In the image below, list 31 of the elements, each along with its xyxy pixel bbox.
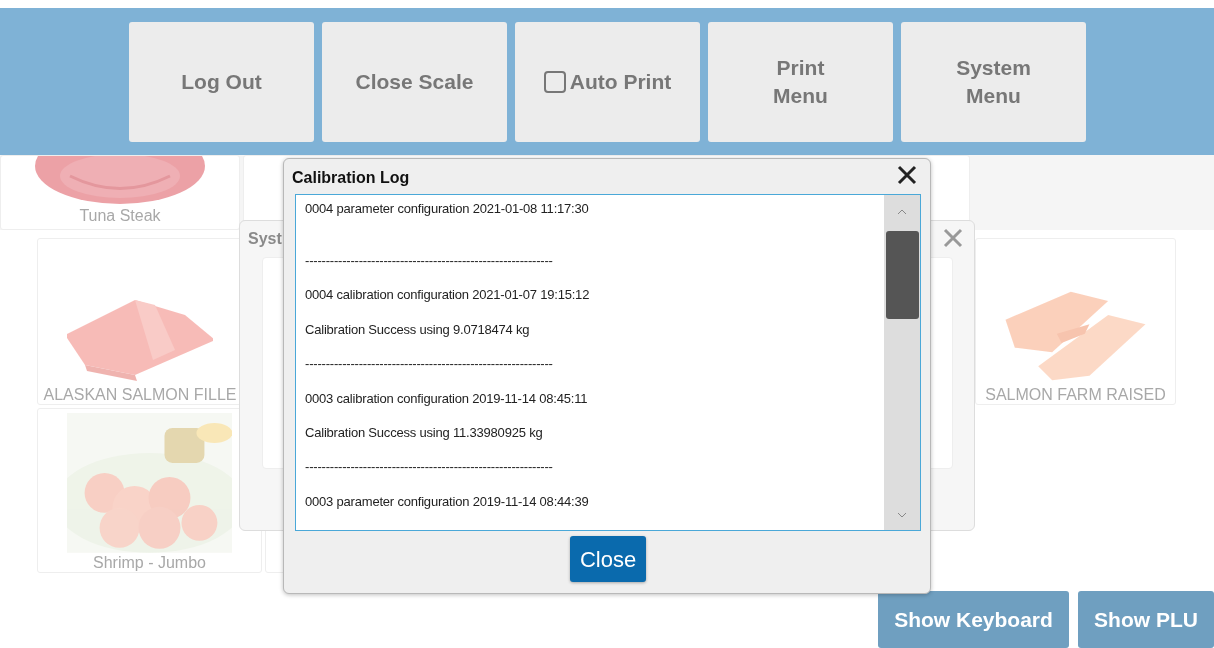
scroll-up-icon[interactable] <box>897 209 907 215</box>
product-name: Shrimp - Jumbo <box>93 552 206 572</box>
log-line: ------------------------------------------------------------ <box>305 356 553 372</box>
action-button[interactable]: Show Keyboard <box>878 591 1069 648</box>
action-button[interactable]: Show PLU <box>1078 591 1214 648</box>
dialog-title: Calibration Log <box>292 168 410 188</box>
close-button[interactable]: Close <box>570 536 646 582</box>
close-icon[interactable] <box>896 164 918 186</box>
scrollbar[interactable] <box>884 195 920 530</box>
log-line: 0004 parameter configuration 2021-01-08 11:17:30 <box>305 201 589 216</box>
log-line: Calibration Success using 11.33980925 kg <box>305 424 543 440</box>
product-name: ALASKAN SALMON FILLE <box>43 384 237 404</box>
log-line: ------------------------------------------------------------ <box>305 459 553 475</box>
toolbar-button[interactable]: Log Out <box>129 21 314 142</box>
product-tile[interactable]: SALMON FARM RAISED <box>975 238 1176 405</box>
toolbar-button[interactable]: Print Menu <box>708 21 893 142</box>
dialog-title: Syst <box>248 229 282 249</box>
log-line: 0004 calibration configuration 2021-01-07 19:15:12 <box>305 287 590 303</box>
scroll-thumb[interactable] <box>886 231 919 319</box>
log-line: 0003 parameter configuration 2019-11-14 08:44:39 <box>305 493 589 509</box>
log-line: Calibration Success using 9.0718474 kg <box>305 321 530 337</box>
product-name: SALMON FARM RAISED <box>985 384 1166 404</box>
product-name: Tuna Steak <box>79 206 161 226</box>
toolbar-button[interactable]: Auto Print <box>515 21 700 142</box>
product-tile[interactable]: Shrimp - Jumbo <box>37 408 262 573</box>
log-line: ------------------------------------------------------------ <box>305 253 553 268</box>
toolbar-button[interactable]: Close Scale <box>322 21 507 142</box>
log-line: 0003 calibration configuration 2019-11-14 08:45:11 <box>305 390 588 406</box>
toolbar-button[interactable]: System Menu <box>901 21 1086 142</box>
product-tile[interactable]: Tuna Steak <box>0 155 240 230</box>
scroll-down-icon[interactable] <box>897 512 907 518</box>
